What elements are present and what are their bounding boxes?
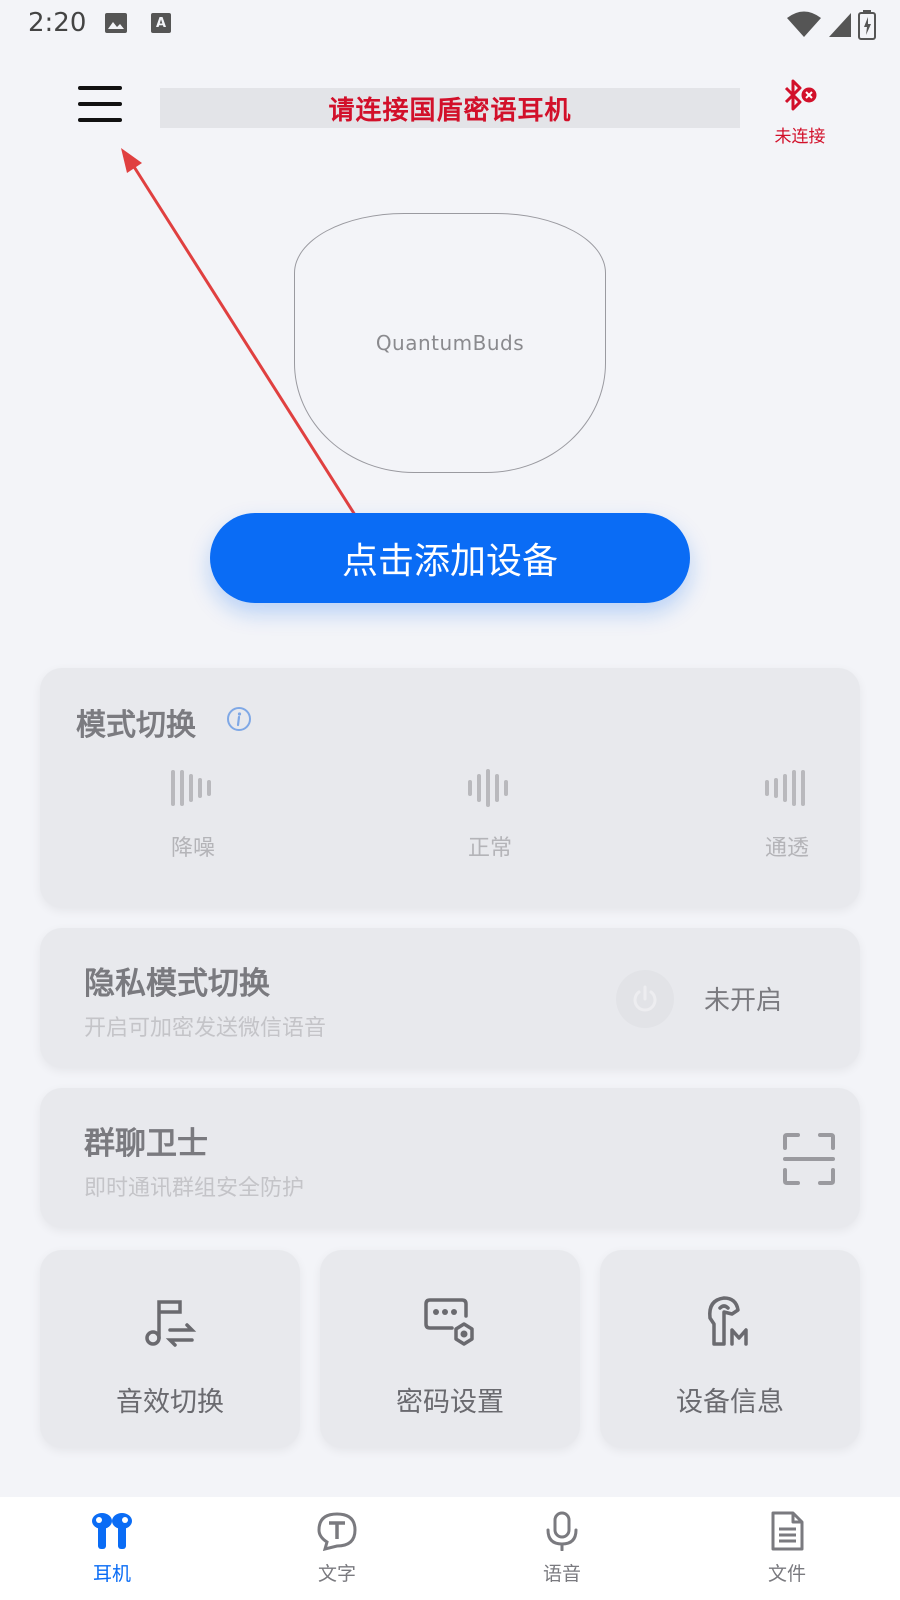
mode-label-noise-cancel: 降噪 — [170, 836, 215, 861]
status-bar: 2:20 A — [0, 0, 900, 48]
password-settings-tile[interactable]: 密码设置 — [320, 1250, 580, 1448]
privacy-mode-subtitle: 开启可加密发送微信语音 — [84, 1016, 327, 1041]
group-guard-card[interactable]: 群聊卫士 即时通讯群组安全防护 — [40, 1088, 860, 1228]
nav-tab-file[interactable]: 文件 — [727, 1511, 847, 1586]
signal-icon — [828, 13, 851, 37]
password-settings-icon — [424, 1298, 474, 1346]
hamburger-menu-icon[interactable] — [78, 86, 122, 126]
battery-icon — [858, 10, 876, 40]
bottom-navigation: 耳机 文字 语音 文件 — [0, 1497, 900, 1600]
nav-label-file: 文件 — [767, 1563, 806, 1585]
privacy-state-label: 未开启 — [704, 986, 783, 1016]
nav-label-text: 文字 — [317, 1563, 356, 1585]
sound-effect-tile[interactable]: 音效切换 — [40, 1250, 300, 1448]
bluetooth-disconnected-icon — [784, 79, 817, 111]
mode-option-noise-cancel[interactable]: 降噪 — [133, 768, 253, 862]
nav-tab-earbuds[interactable]: 耳机 — [52, 1511, 172, 1586]
earbuds-icon — [92, 1513, 132, 1549]
privacy-mode-card[interactable]: 隐私模式切换 开启可加密发送微信语音 未开启 — [40, 928, 860, 1068]
bluetooth-status-label: 未连接 — [774, 127, 826, 147]
mode-option-normal[interactable]: 正常 — [430, 768, 550, 862]
earphone-info-icon — [708, 1296, 748, 1346]
nav-tab-text[interactable]: 文字 — [277, 1511, 397, 1586]
mode-label-normal: 正常 — [467, 836, 512, 861]
scan-icon[interactable] — [782, 1132, 836, 1186]
password-settings-label: 密码设置 — [396, 1387, 504, 1418]
device-case-illustration: QuantumBuds — [294, 213, 606, 473]
noise-cancel-wave-icon — [171, 770, 211, 806]
sound-effect-label: 音效切换 — [116, 1387, 224, 1418]
device-info-tile[interactable]: 设备信息 — [600, 1250, 860, 1448]
text-a-icon: A — [151, 13, 171, 33]
music-switch-icon — [145, 1300, 197, 1347]
text-bubble-icon — [317, 1512, 357, 1552]
mode-option-transparent[interactable]: 通透 — [727, 768, 847, 862]
power-icon — [633, 985, 657, 1012]
device-name: QuantumBuds — [375, 331, 525, 355]
mode-switch-card: 模式切换 降噪 正常 通透 — [40, 668, 860, 908]
mode-switch-title: 模式切换 — [76, 708, 196, 743]
mode-label-transparent: 通透 — [764, 836, 809, 861]
transparent-wave-icon — [765, 770, 805, 806]
svg-text:A: A — [156, 16, 166, 31]
nav-label-voice: 语音 — [542, 1563, 581, 1585]
device-info-label: 设备信息 — [676, 1387, 784, 1418]
add-device-button[interactable]: 点击添加设备 — [210, 513, 690, 603]
wifi-icon — [786, 11, 821, 37]
status-time: 2:20 — [28, 8, 87, 38]
nav-tab-voice[interactable]: 语音 — [502, 1511, 622, 1586]
document-icon — [771, 1511, 804, 1551]
connect-prompt-title: 请连接国盾密语耳机 — [160, 88, 740, 128]
info-icon[interactable] — [226, 706, 252, 732]
image-icon — [105, 13, 127, 33]
privacy-toggle[interactable] — [616, 970, 674, 1028]
normal-wave-icon — [468, 769, 508, 807]
microphone-icon — [546, 1511, 578, 1552]
group-guard-title: 群聊卫士 — [84, 1126, 208, 1162]
nav-label-earbuds: 耳机 — [92, 1563, 131, 1585]
privacy-mode-title: 隐私模式切换 — [84, 966, 270, 1002]
bluetooth-status[interactable]: 未连接 — [770, 76, 830, 147]
group-guard-subtitle: 即时通讯群组安全防护 — [84, 1176, 305, 1201]
